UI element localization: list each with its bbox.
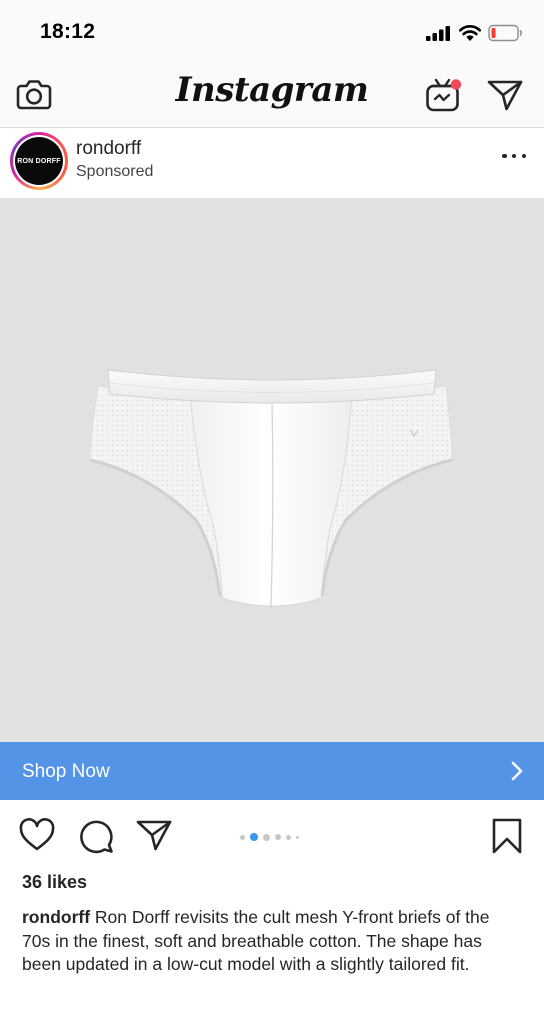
share-icon[interactable] xyxy=(136,818,172,852)
avatar[interactable]: RON DORFF xyxy=(15,137,63,185)
shop-now-button[interactable]: Shop Now xyxy=(0,742,544,800)
post-header: RON DORFF rondorff Sponsored xyxy=(0,128,544,198)
post-username[interactable]: rondorff xyxy=(76,138,141,160)
shop-now-label: Shop Now xyxy=(22,761,110,782)
caption-text: Ron Dorff revisits the cult mesh Y-front… xyxy=(22,907,490,974)
post-action-bar xyxy=(0,800,544,866)
heart-icon[interactable] xyxy=(18,818,56,852)
carousel-dot xyxy=(286,834,291,840)
wifi-icon xyxy=(458,25,482,41)
post-caption: rondorff Ron Dorff revisits the cult mes… xyxy=(22,906,522,977)
avatar-logo-text: RON DORFF xyxy=(17,157,61,165)
status-time: 18:12 xyxy=(40,20,96,43)
mesh-briefs-product-image xyxy=(89,369,453,609)
carousel-dot xyxy=(263,833,270,841)
carousel-dot-active xyxy=(250,833,258,841)
comment-icon[interactable] xyxy=(78,818,114,854)
caption-username[interactable]: rondorff xyxy=(22,907,90,927)
carousel-dot xyxy=(275,834,281,840)
battery-low-icon xyxy=(488,24,523,42)
direct-message-icon[interactable] xyxy=(486,78,524,112)
likes-count[interactable]: 36 likes xyxy=(22,872,87,893)
top-nav-bar: Instagram xyxy=(0,60,544,128)
carousel-dot xyxy=(240,834,245,840)
chevron-right-icon xyxy=(511,761,523,781)
carousel-dot xyxy=(296,835,299,839)
signal-icon xyxy=(426,26,450,41)
more-options-icon[interactable] xyxy=(502,150,526,162)
story-ring[interactable]: RON DORFF xyxy=(10,132,68,190)
igtv-icon[interactable] xyxy=(424,76,464,114)
status-bar: 18:12 xyxy=(0,0,544,60)
sponsored-label: Sponsored xyxy=(76,163,154,180)
status-icons xyxy=(426,22,524,44)
bookmark-icon[interactable] xyxy=(492,818,522,854)
post-image[interactable] xyxy=(0,198,544,742)
carousel-indicator xyxy=(240,832,299,842)
